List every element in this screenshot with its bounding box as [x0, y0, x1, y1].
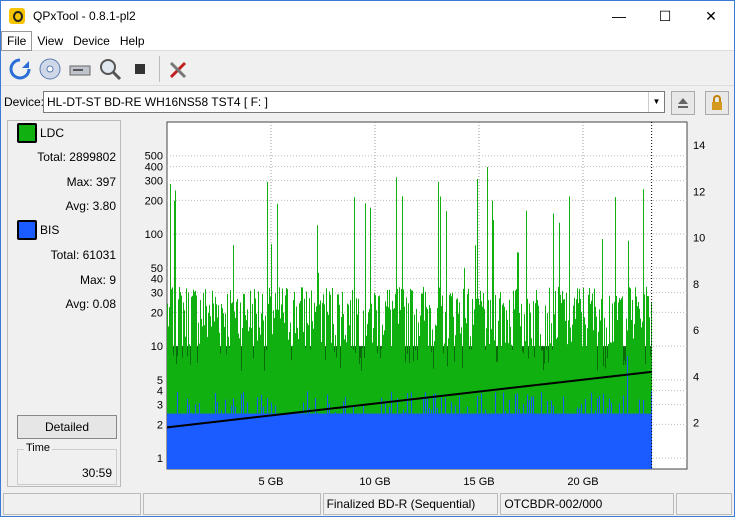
legend-ldc: LDC — [17, 123, 64, 143]
menu-device[interactable]: Device — [68, 31, 115, 51]
app-window: QPxTool - 0.8.1-pl2 — ☐ ✕ File View Devi… — [0, 0, 735, 517]
minimize-button[interactable]: — — [596, 1, 642, 31]
stop-icon[interactable] — [125, 54, 155, 84]
app-logo-icon — [9, 8, 25, 24]
tools-icon[interactable] — [164, 54, 194, 84]
status-cell-2 — [142, 493, 321, 515]
maximize-button[interactable]: ☐ — [642, 1, 688, 31]
title-bar[interactable]: QPxTool - 0.8.1-pl2 — ☐ ✕ — [1, 1, 734, 31]
time-title: Time — [24, 442, 53, 454]
y-right-tick-label: 4 — [693, 371, 699, 383]
ldc-avg: Avg: 3.80 — [65, 199, 117, 213]
status-cell-4: OTCBDR-002/000 — [500, 493, 675, 515]
refresh-icon[interactable] — [5, 54, 35, 84]
y-left-tick-label: 10 — [151, 341, 163, 353]
toolbar — [1, 52, 734, 86]
eject-icon[interactable] — [671, 91, 695, 115]
device-row: Device: HL-DT-ST BD-RE WH16NS58 TST4 [ F… — [1, 89, 734, 115]
y-left-tick-label: 100 — [145, 229, 163, 241]
detailed-button[interactable]: Detailed — [17, 415, 117, 439]
status-bar: Finalized BD-R (Sequential) OTCBDR-002/0… — [1, 493, 734, 517]
chevron-down-icon[interactable]: ▼ — [648, 92, 664, 112]
device-value: HL-DT-ST BD-RE WH16NS58 TST4 [ F: ] — [47, 95, 268, 109]
ldc-total: Total: 2899802 — [37, 150, 116, 164]
y-left-tick-label: 1 — [157, 453, 163, 465]
y-left-tick-label: 30 — [151, 288, 163, 300]
window-title: QPxTool - 0.8.1-pl2 — [33, 9, 136, 23]
y-left-tick-label: 400 — [145, 162, 163, 174]
menu-bar: File View Device Help — [1, 30, 734, 51]
close-button[interactable]: ✕ — [688, 1, 734, 31]
y-left-tick-label: 300 — [145, 176, 163, 188]
status-cell-5 — [676, 493, 732, 515]
y-right-tick-label: 10 — [693, 233, 705, 245]
zoom-disc-icon[interactable] — [95, 54, 125, 84]
menu-file[interactable]: File — [1, 30, 33, 51]
y-left-tick-label: 20 — [151, 307, 163, 319]
legend-bis: BIS — [17, 220, 59, 240]
y-left-tick-label: 5 — [157, 375, 163, 387]
x-tick-label: 15 GB — [463, 476, 494, 487]
y-left-tick-label: 500 — [145, 151, 163, 163]
status-cell-3: Finalized BD-R (Sequential) — [322, 493, 499, 515]
y-right-tick-label: 8 — [693, 279, 699, 291]
y-left-tick-label: 2 — [157, 419, 163, 431]
y-right-tick-label: 12 — [693, 186, 705, 198]
toolbar-separator — [159, 55, 160, 82]
y-left-tick-label: 200 — [145, 195, 163, 207]
bis-swatch — [17, 220, 37, 240]
stats-panel: LDC Total: 2899802 Max: 397 Avg: 3.80 BI… — [7, 120, 121, 487]
device-label: Device: — [4, 95, 45, 109]
time-box: Time 30:59 — [17, 442, 117, 485]
y-left-tick-label: 4 — [157, 386, 163, 398]
x-tick-label: 5 GB — [258, 476, 283, 487]
y-right-tick-label: 2 — [693, 418, 699, 430]
bis-max: Max: 9 — [79, 273, 116, 287]
chart-svg: 1234510203040501002003004005002468101214… — [145, 121, 705, 488]
disc-scan-icon[interactable] — [35, 54, 65, 84]
bis-label: BIS — [40, 223, 60, 237]
device-select[interactable]: HL-DT-ST BD-RE WH16NS58 TST4 [ F: ] ▼ — [43, 91, 665, 113]
ldc-label: LDC — [40, 126, 65, 140]
status-cell-1 — [3, 493, 141, 515]
x-tick-label: 20 GB — [567, 476, 598, 487]
y-right-tick-label: 6 — [693, 325, 699, 337]
y-left-tick-label: 40 — [151, 274, 163, 286]
y-right-tick-label: 14 — [693, 140, 705, 152]
ldc-max: Max: 397 — [66, 175, 116, 189]
x-tick-label: 10 GB — [359, 476, 390, 487]
ldc-swatch — [17, 123, 37, 143]
menu-help[interactable]: Help — [115, 31, 150, 51]
drive-icon[interactable] — [65, 54, 95, 84]
lock-icon[interactable] — [705, 91, 729, 115]
chart-area: 1 2 3 4 5 10 20 30 40 50 100 200 300 400 500 2 4 6 8 10 12 14… — [125, 117, 729, 488]
menu-view[interactable]: View — [32, 31, 68, 51]
bis-band — [167, 413, 652, 469]
bis-avg: Avg: 0.08 — [65, 297, 117, 311]
bis-total: Total: 61031 — [50, 248, 116, 262]
time-value: 30:59 — [81, 466, 112, 480]
y-left-tick-label: 3 — [157, 400, 163, 412]
y-left-tick-label: 50 — [151, 263, 163, 275]
